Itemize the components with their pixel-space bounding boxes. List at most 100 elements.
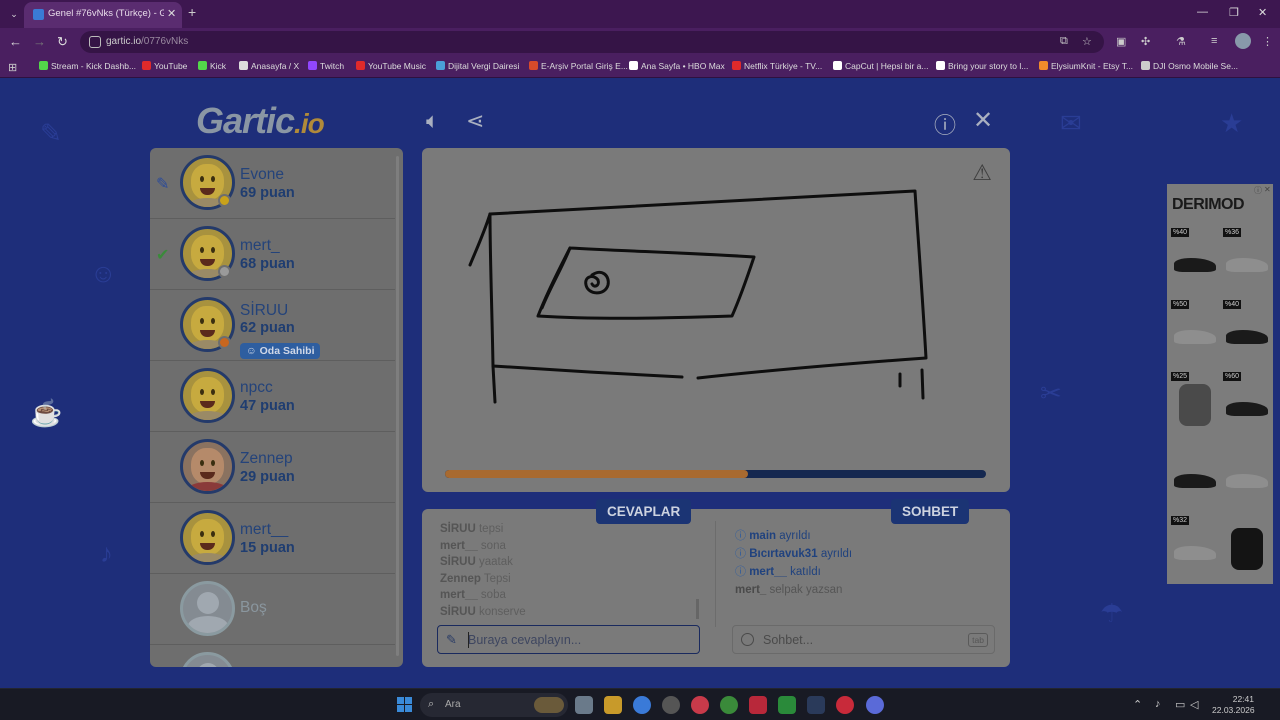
apps-grid-icon[interactable]: ⊞ [8, 61, 17, 74]
windows-start-icon[interactable] [397, 697, 412, 712]
chat-placeholder: Sohbet... [763, 633, 814, 647]
drawing-canvas[interactable]: ⚠ [422, 148, 1010, 492]
ad-banner[interactable]: ⓘ ✕ DERIMOD %40 %36 %50 %40 %25 %60 %32 [1167, 184, 1273, 584]
flask-icon[interactable]: ⚗ [1176, 35, 1186, 48]
discord-icon[interactable] [866, 696, 884, 714]
info-icon[interactable]: ⓘ [934, 108, 956, 140]
chrome-icon[interactable] [633, 696, 651, 714]
tab-close-icon[interactable]: ✕ [167, 7, 176, 20]
bookmark-item[interactable]: Bring your story to l... [936, 61, 1028, 73]
bookmark-item[interactable]: Dijital Vergi Dairesi [436, 61, 519, 73]
bookmark-item[interactable]: E-Arşiv Portal Giriş E... [529, 61, 628, 73]
opera-icon[interactable] [691, 696, 709, 714]
bookmark-item[interactable]: Anasayfa / X [239, 61, 299, 73]
ad-product[interactable] [1171, 444, 1217, 502]
new-tab-icon[interactable]: + [188, 4, 196, 20]
answer-input[interactable]: ✎ Buraya cevaplayın... [437, 625, 700, 654]
bookmark-item[interactable]: YouTube Music [356, 61, 426, 73]
shoe-image [1174, 474, 1216, 488]
drawing-strokes [468, 189, 928, 404]
ad-product[interactable]: %36 [1223, 228, 1269, 286]
bookmark-item[interactable]: Twitch [308, 61, 344, 73]
discount-tag: %32 [1171, 516, 1190, 525]
player-row[interactable]: Zennep 29 puan [150, 432, 395, 503]
bookmark-item[interactable]: ElysiumKnit - Etsy T... [1039, 61, 1133, 73]
background-doodle-icon: ☕ [30, 398, 63, 428]
network-icon[interactable]: ▭ [1175, 698, 1185, 711]
background-doodle-icon: ☺ [90, 258, 117, 288]
ad-product[interactable]: %25 [1171, 372, 1217, 430]
player-row[interactable]: SİRUU 62 puan ☺ Oda Sahibi [150, 290, 395, 361]
window-close-icon[interactable]: ✕ [1258, 6, 1267, 19]
ad-product[interactable]: %50 [1171, 300, 1217, 358]
ad-product[interactable] [1223, 444, 1269, 502]
back-icon[interactable]: ← [9, 34, 22, 49]
answers-list: SİRUU tepsi mert__ sona SİRUU yaatak Zen… [440, 521, 700, 620]
extension-icon[interactable]: ▣ [1116, 35, 1126, 48]
player-row[interactable]: npcc 47 puan [150, 361, 395, 432]
player-list: ✎ Evone 69 puan ✔ mert_ 68 puan SİRUU 62… [150, 148, 403, 667]
reload-icon[interactable]: ↻ [57, 34, 68, 50]
bookmark-star-icon[interactable]: ☆ [1082, 35, 1092, 48]
share-icon[interactable]: ⋖ [466, 108, 484, 134]
settings-app-icon[interactable] [575, 696, 593, 714]
install-app-icon[interactable]: ⧉ [1060, 35, 1068, 48]
file-explorer-icon[interactable] [604, 696, 622, 714]
ad-product[interactable]: %60 [1223, 372, 1269, 430]
player-row[interactable]: ✔ mert_ 68 puan [150, 219, 395, 290]
ad-product[interactable] [1223, 516, 1269, 574]
close-room-icon[interactable]: ✕ [973, 106, 993, 135]
taskbar-search[interactable]: ⌕ Ara [420, 693, 568, 717]
tab-search-icon[interactable]: ⌄ [6, 6, 22, 22]
gartic-page: ✎ ☺ ☕ ♪ ✉ ☂ ✂ ★ Gartic.io 🔈︎ ⋖ ⓘ ✕ ✎ Evo… [0, 78, 1280, 688]
player-list-scrollbar[interactable] [396, 156, 399, 656]
bookmark-item[interactable]: Netflix Türkiye - TV... [732, 61, 822, 73]
bookmark-item[interactable]: Ana Sayfa • HBO Max [629, 61, 725, 73]
volume-icon[interactable]: ◁ [1190, 698, 1198, 711]
steam-icon[interactable] [807, 696, 825, 714]
forward-icon[interactable]: → [33, 34, 46, 49]
ad-info-icon[interactable]: ⓘ [1254, 185, 1262, 196]
xbox-app-icon[interactable] [778, 696, 796, 714]
app-icon[interactable] [749, 696, 767, 714]
answer-item: Zennep Tepsi [440, 572, 511, 585]
answer-item: SİRUU konserve [440, 605, 526, 618]
bookmark-item[interactable]: YouTube [142, 61, 187, 73]
discount-tag: %40 [1171, 228, 1190, 237]
app-icon[interactable] [662, 696, 680, 714]
browser-tab[interactable]: Genel #76vNks (Türkçe) - Gartic ✕ [24, 2, 182, 28]
bookmark-item[interactable]: CapCut | Hepsi bir a... [833, 61, 928, 73]
url-text[interactable]: gartic.io/0776vNks [106, 36, 188, 47]
answers-scrollbar[interactable] [696, 599, 699, 619]
tab-chat[interactable]: SOHBET [891, 499, 970, 524]
chat-input[interactable]: Sohbet... tab [732, 625, 995, 654]
taskbar-clock[interactable]: 22:41 22.03.2026 [1212, 694, 1255, 716]
ad-product[interactable]: %40 [1223, 300, 1269, 358]
player-row[interactable]: ✎ Evone 69 puan [150, 148, 395, 219]
ad-product[interactable]: %32 [1171, 516, 1217, 574]
xbox-icon[interactable] [720, 696, 738, 714]
discount-tag: %25 [1171, 372, 1190, 381]
browser-menu-icon[interactable]: ⋮ [1262, 35, 1273, 48]
bookmark-item[interactable]: DJI Osmo Mobile Se... [1141, 61, 1238, 73]
player-row[interactable]: mert__ 15 puan [150, 503, 395, 574]
bookmark-item[interactable]: Stream - Kick Dashb... [39, 61, 136, 73]
ad-product[interactable]: %40 [1171, 228, 1217, 286]
microphone-icon[interactable]: ♪ [1155, 698, 1161, 710]
address-bar[interactable]: gartic.io/0776vNks ⧉ ☆ [80, 31, 1104, 53]
extensions-puzzle-icon[interactable]: ✣ [1141, 35, 1150, 48]
sound-icon[interactable]: 🔈︎ [426, 108, 439, 134]
tray-chevron-icon[interactable]: ⌃ [1133, 698, 1142, 711]
ad-close-icon[interactable]: ✕ [1264, 185, 1271, 194]
restore-icon[interactable]: ❐ [1229, 6, 1239, 19]
minimize-icon[interactable]: — [1197, 6, 1208, 18]
media-queue-icon[interactable]: ≡ [1211, 35, 1217, 47]
answer-item: SİRUU tepsi [440, 523, 504, 535]
app-icon[interactable] [836, 696, 854, 714]
chat-log: ⓘ main ayrıldı ⓘ Bıcırtavuk31 ayrıldı ⓘ … [735, 527, 1005, 599]
shoe-image [1174, 330, 1216, 344]
profile-avatar-icon[interactable] [1235, 33, 1251, 49]
bookmark-item[interactable]: Kick [198, 61, 226, 73]
site-info-icon[interactable] [89, 36, 101, 48]
windows-taskbar: ⌕ Ara ⌃ ♪ ▭ ◁ 22:41 22.03.2026 [0, 688, 1280, 720]
